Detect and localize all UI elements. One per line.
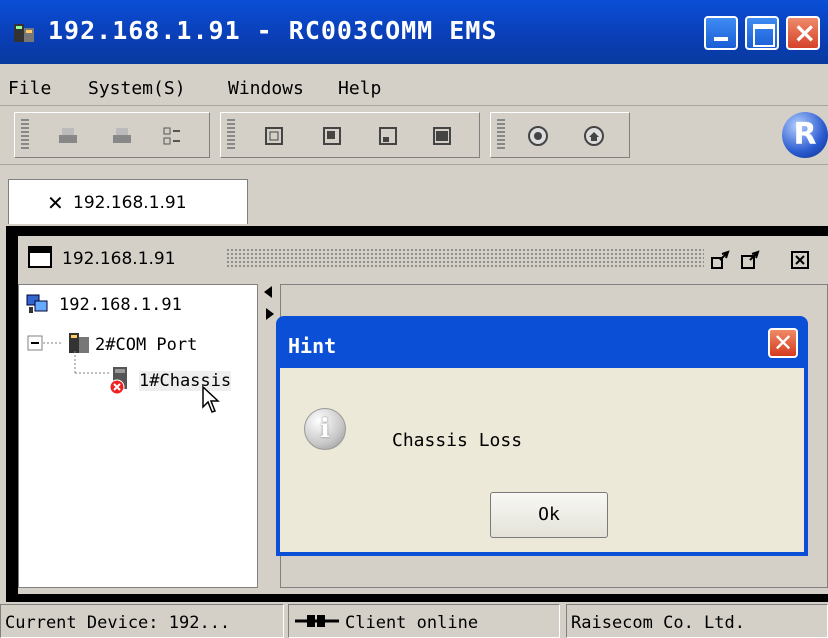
status-company-text: Raisecom Co. Ltd. — [571, 613, 745, 633]
minimize-button[interactable] — [704, 16, 738, 50]
frame-minimize-icon[interactable] — [710, 250, 732, 270]
toolbar — [0, 107, 828, 165]
info-icon: i — [304, 408, 346, 450]
ok-button[interactable]: Ok — [490, 492, 608, 538]
toolbar-grip[interactable] — [21, 119, 29, 151]
close-window-button[interactable]: × — [786, 16, 820, 50]
status-connection-text: Client online — [345, 613, 479, 633]
toolbar-group-windows — [220, 112, 480, 158]
window-single-icon[interactable] — [263, 125, 285, 147]
frame-restore-icon[interactable] — [740, 250, 762, 270]
network-device-icon — [14, 24, 34, 42]
collapse-icon[interactable] — [27, 335, 43, 351]
menu-system[interactable]: System(S) — [88, 78, 186, 99]
status-current-device: Current Device: 192... — [0, 604, 284, 638]
menu-file[interactable]: File — [8, 78, 51, 99]
dialog-message: Chassis Loss — [392, 430, 523, 451]
about-icon[interactable] — [527, 125, 549, 147]
window-tile-icon[interactable] — [377, 125, 399, 147]
menu-windows[interactable]: Windows — [228, 78, 304, 99]
raisecom-logo-icon: R — [782, 112, 828, 158]
status-connection: Client online — [288, 604, 560, 638]
frame-window-icon — [28, 246, 52, 268]
toolbar-group-help — [490, 112, 630, 158]
frame-close-icon[interactable] — [790, 250, 812, 270]
window-titlebar[interactable]: 192.168.1.91 - RC003COMM EMS × — [0, 0, 828, 64]
dialog-title: Hint — [288, 334, 337, 358]
device-tree[interactable]: 192.168.1.91 2#COM Port 1#Chassis — [18, 284, 258, 588]
hint-dialog: Hint ✕ i Chassis Loss Ok — [276, 316, 808, 556]
frame-title: 192.168.1.91 — [62, 249, 176, 269]
maximize-button[interactable] — [745, 16, 779, 50]
tree-connector-lines — [43, 342, 63, 344]
tree-node-root[interactable]: 192.168.1.91 — [59, 295, 182, 315]
home-icon[interactable] — [583, 125, 605, 147]
connection-plug-icon — [295, 615, 339, 627]
mouse-cursor-icon — [202, 385, 220, 413]
toolbar-grip[interactable] — [497, 119, 505, 151]
status-bar: Current Device: 192... Client online Rai… — [0, 602, 828, 638]
tab-close-icon[interactable]: ✕ — [47, 191, 64, 215]
dialog-close-button[interactable]: ✕ — [768, 328, 798, 358]
window-title: 192.168.1.91 - RC003COMM EMS — [48, 16, 498, 45]
close-icon: × — [793, 16, 817, 49]
tab-strip: ✕ 192.168.1.91 — [0, 170, 828, 224]
frame-titlebar[interactable]: 192.168.1.91 — [18, 236, 828, 280]
tab-device[interactable]: ✕ 192.168.1.91 — [8, 179, 248, 224]
toolbar-group-print — [14, 112, 210, 158]
network-root-icon — [26, 294, 48, 313]
status-device-text: Current Device: 192... — [5, 613, 231, 633]
splitter-handle[interactable] — [262, 284, 276, 588]
print-icon[interactable] — [57, 125, 79, 147]
chassis-error-icon — [109, 367, 127, 395]
window-maximize-icon[interactable] — [431, 125, 453, 147]
print-preview-icon[interactable] — [111, 125, 133, 147]
window-cascade-icon[interactable] — [321, 125, 343, 147]
status-company: Raisecom Co. Ltd. — [566, 604, 828, 638]
toolbar-grip[interactable] — [227, 119, 235, 151]
menu-bar: File System(S) Windows Help — [0, 70, 828, 106]
frame-title-pattern — [226, 248, 704, 268]
menu-help[interactable]: Help — [338, 78, 381, 99]
dialog-body: i Chassis Loss Ok — [280, 368, 804, 552]
list-settings-icon[interactable] — [161, 125, 183, 147]
tab-label: 192.168.1.91 — [73, 193, 187, 213]
